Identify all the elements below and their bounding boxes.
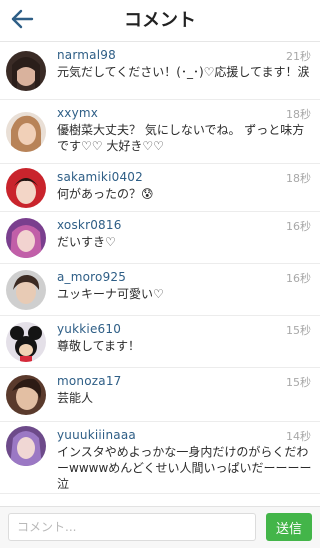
- comment-composer: 送信: [0, 506, 320, 548]
- comment-time: 16秒: [286, 272, 311, 285]
- comment-item: narmal98 21秒 元気だしてください！(･_･)♡応援してます！涙: [0, 42, 320, 100]
- comment-text: 芸能人: [57, 391, 94, 405]
- comment-username[interactable]: narmal98: [57, 48, 116, 62]
- avatar[interactable]: [6, 322, 46, 362]
- comment-item: xoskr0816 16秒 だいすき♡: [0, 212, 320, 264]
- avatar[interactable]: [6, 218, 46, 258]
- comment-time: 18秒: [286, 108, 311, 121]
- comment-item: yukkie610 15秒 尊敬してます！: [0, 316, 320, 368]
- comment-text: 優樹菜大丈夫？ 気にしないでね。 ずっと味方です♡♡ 大好き♡♡: [57, 123, 305, 153]
- comment-username[interactable]: a_moro925: [57, 270, 126, 284]
- avatar[interactable]: [6, 270, 46, 310]
- comment-item: a_moro925 16秒 ユッキーナ可愛い♡: [0, 264, 320, 316]
- comment-username[interactable]: xoskr0816: [57, 218, 122, 232]
- comment-text: だいすき♡: [57, 235, 116, 249]
- send-button[interactable]: 送信: [266, 513, 312, 541]
- comment-username[interactable]: xxymx: [57, 106, 98, 120]
- comment-text: インスタやめよっかな一身内だけのがらくだわーwwwwめんどくせい人間いっぱいだー…: [57, 445, 312, 491]
- comment-time: 14秒: [286, 430, 311, 443]
- comment-time: 15秒: [286, 376, 311, 389]
- comment-text: 何があったの？😰: [57, 187, 154, 201]
- avatar[interactable]: [6, 375, 46, 415]
- comment-username[interactable]: yukkie610: [57, 322, 121, 336]
- comment-username[interactable]: yuuukiiinaaa: [57, 428, 136, 442]
- page-title: コメント: [124, 10, 196, 31]
- comment-text: ユッキーナ可愛い♡: [57, 287, 164, 301]
- header-bar: コメント: [0, 0, 320, 42]
- comment-input[interactable]: [8, 513, 256, 541]
- arrow-left-icon: [10, 9, 34, 33]
- comment-time: 21秒: [286, 50, 311, 63]
- comment-text: 元気だしてください！(･_･)♡応援してます！涙: [57, 65, 310, 79]
- avatar[interactable]: [6, 426, 46, 466]
- comment-time: 16秒: [286, 220, 311, 233]
- comment-item: yuuukiiinaaa 14秒 インスタやめよっかな一身内だけのがらくだわーw…: [0, 422, 320, 494]
- comment-item: xxymx 18秒 優樹菜大丈夫？ 気にしないでね。 ずっと味方です♡♡ 大好き…: [0, 100, 320, 164]
- comment-username[interactable]: sakamiki0402: [57, 170, 143, 184]
- comment-item: sakamiki0402 18秒 何があったの？😰: [0, 164, 320, 212]
- comment-item: monoza17 15秒 芸能人: [0, 368, 320, 422]
- comment-time: 15秒: [286, 324, 311, 337]
- comment-time: 18秒: [286, 172, 311, 185]
- comment-text: 尊敬してます！: [57, 339, 141, 353]
- avatar[interactable]: [6, 168, 46, 208]
- comment-username[interactable]: monoza17: [57, 374, 122, 388]
- avatar[interactable]: [6, 51, 46, 91]
- back-button[interactable]: [4, 3, 40, 39]
- avatar[interactable]: [6, 112, 46, 152]
- comment-list[interactable]: narmal98 21秒 元気だしてください！(･_･)♡応援してます！涙 xx…: [0, 42, 320, 506]
